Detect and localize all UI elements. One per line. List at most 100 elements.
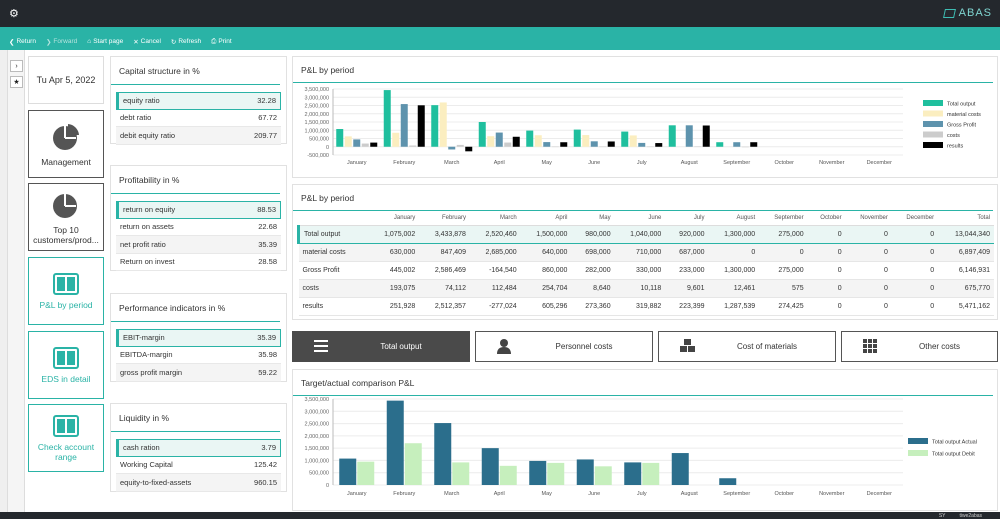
tile-pl-by-period[interactable]: P&L by period: [28, 257, 104, 325]
table-cell: 445,002: [368, 261, 420, 281]
return-button[interactable]: ❮ Return: [9, 38, 36, 46]
kpi-row[interactable]: Return on invest 28.58: [116, 254, 281, 271]
bar: [590, 141, 598, 147]
columns-icon: [53, 414, 79, 437]
favorites-button[interactable]: ★: [10, 76, 23, 88]
legend-label: costs: [947, 133, 960, 139]
kpi-row[interactable]: EBIT-margin 35.39: [116, 329, 281, 347]
side-strip: › ★: [8, 50, 25, 512]
bar: [547, 462, 565, 485]
column-header: March: [469, 211, 521, 226]
tile-label: Management: [41, 156, 91, 167]
table-cell: results: [298, 297, 369, 317]
table-cell: 0: [807, 224, 846, 244]
print-button[interactable]: ⎙ Print: [211, 38, 232, 46]
columns-icon: [53, 346, 79, 369]
pie-chart-icon: [53, 123, 79, 150]
bar: [741, 146, 749, 148]
kpi-row[interactable]: Working Capital 125.42: [116, 457, 281, 474]
table-cell: 0: [807, 243, 846, 262]
pie-chart-icon: [53, 193, 77, 218]
legend-swatch: [908, 438, 928, 444]
bar: [452, 462, 470, 485]
bar: [386, 400, 404, 485]
x-tick-label: February: [393, 160, 415, 166]
column-header: [298, 211, 369, 226]
bar: [456, 144, 464, 147]
x-tick-label: March: [444, 160, 459, 166]
table-cell: 2,512,357: [419, 297, 470, 317]
tab-cost-of-materials[interactable]: Cost of materials: [658, 331, 836, 362]
y-tick-label: 2,000,000: [305, 112, 329, 118]
bar: [409, 145, 417, 147]
bar: [529, 460, 547, 485]
x-tick-label: January: [347, 160, 367, 166]
x-tick-label: November: [819, 491, 845, 497]
start-page-button[interactable]: ⌂ Start page: [87, 38, 123, 45]
gear-icon[interactable]: ⚙: [9, 7, 19, 20]
table-cell: 275,000: [759, 224, 808, 244]
bar: [671, 453, 689, 485]
table-row[interactable]: Total output 1,075,002 3,433,878 2,520,460 1…: [297, 224, 994, 244]
kpi-row[interactable]: gross profit margin 59.22: [116, 364, 281, 382]
kpi-row[interactable]: equity ratio 32.28: [116, 92, 281, 110]
table-row[interactable]: costs 193,075 74,112 112,484 254,704 8,640 10,…: [298, 279, 994, 299]
tab-personnel-costs[interactable]: Personnel costs: [475, 331, 653, 362]
table-cell: 273,360: [571, 297, 615, 317]
cancel-button[interactable]: ✕ Cancel: [133, 38, 161, 46]
tile-top-10[interactable]: Top 10 customers/prod...: [28, 183, 104, 251]
forward-button[interactable]: ❯ Forward: [46, 38, 77, 46]
tile-eds-in-detail[interactable]: EDS in detail: [28, 331, 104, 399]
table-row[interactable]: Gross Profit 445,002 2,586,469 -164,540 860,…: [298, 261, 994, 281]
bar: [392, 132, 400, 147]
bar: [719, 478, 737, 485]
kpi-row[interactable]: debit equity ratio 209.77: [116, 127, 281, 145]
bar: [642, 462, 660, 485]
table-cell: 575: [759, 279, 808, 299]
y-tick-label: 3,500,000: [305, 87, 329, 93]
tile-management[interactable]: Management: [28, 110, 104, 178]
kpi-row[interactable]: debt ratio 67.72: [116, 110, 281, 127]
y-tick-label: 0: [326, 145, 329, 151]
x-tick-label: April: [494, 160, 505, 166]
kpi-row[interactable]: return on assets 22.68: [116, 219, 281, 236]
refresh-button[interactable]: ↻ Refresh: [171, 38, 201, 46]
bar: [361, 143, 369, 147]
y-tick-label: 1,500,000: [305, 120, 329, 126]
table-cell: Total output: [297, 224, 369, 244]
performance-panel: Performance indicators in % EBIT-margin 3…: [110, 293, 287, 382]
bar: [512, 136, 520, 147]
bar: [481, 448, 499, 485]
kpi-row[interactable]: net profit ratio 35.39: [116, 236, 281, 254]
legend-label: results: [947, 144, 963, 150]
tile-label: Top 10 customers/prod...: [33, 224, 99, 245]
bar: [431, 105, 439, 147]
table-row[interactable]: results 251,928 2,512,357 -277,024 605,296 27…: [298, 297, 994, 317]
tab-total-output[interactable]: Total output: [292, 331, 470, 362]
column-header: January: [368, 211, 420, 226]
tile-label: P&L by period: [39, 299, 93, 310]
tab-other-costs[interactable]: Other costs: [841, 331, 998, 362]
bar: [448, 146, 456, 150]
bar: [594, 466, 612, 485]
y-tick-label: 500,000: [309, 137, 329, 143]
bar: [487, 136, 495, 147]
table-cell: 2,520,460: [469, 224, 521, 244]
table-cell: 0: [891, 224, 939, 244]
legend-label: Total output: [947, 102, 976, 108]
expand-panel-button[interactable]: ›: [10, 60, 23, 72]
bar: [370, 142, 378, 147]
table-cell: 0: [845, 297, 892, 317]
bar: [560, 142, 568, 147]
legend-swatch: [923, 100, 943, 106]
table-row[interactable]: material costs 630,000 847,409 2,685,000 640…: [298, 243, 994, 262]
bar: [638, 142, 646, 147]
kpi-row[interactable]: cash ration 3.79: [116, 439, 281, 457]
tile-check-account-range[interactable]: Check account range: [28, 404, 104, 472]
table-cell: material costs: [298, 243, 369, 262]
x-tick-label: February: [393, 491, 415, 497]
kpi-row[interactable]: EBITDA-margin 35.98: [116, 347, 281, 364]
bar: [478, 122, 486, 147]
kpi-row[interactable]: return on equity 88.53: [116, 201, 281, 219]
kpi-row[interactable]: equity-to-fixed-assets 960.15: [116, 474, 281, 492]
